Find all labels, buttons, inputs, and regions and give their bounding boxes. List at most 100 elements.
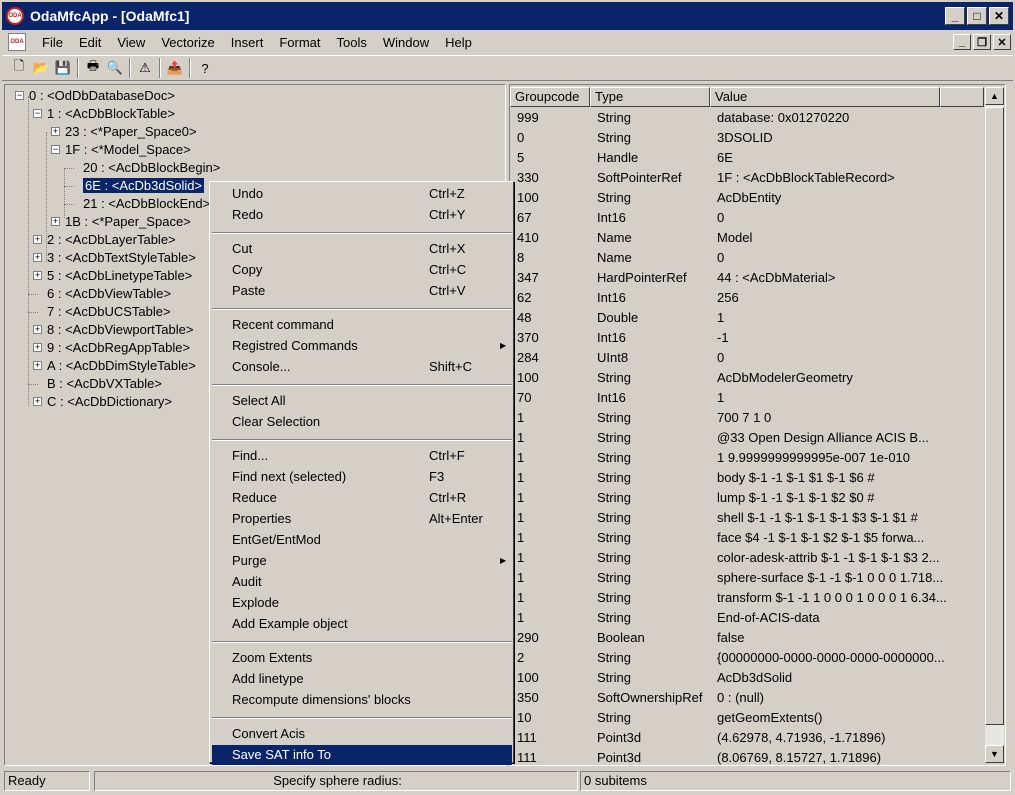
table-row[interactable]: 100 String AcDbModelerGeometry (510, 368, 984, 388)
tree-node[interactable]: 6 : <AcDbViewTable> (47, 285, 171, 303)
context-menu-item[interactable]: Redo Ctrl+Y (212, 205, 512, 225)
menu-vectorize[interactable]: Vectorize (153, 35, 222, 50)
tree-node[interactable]: 9 : <AcDbRegAppTable> (47, 339, 190, 357)
tree-node[interactable]: B : <AcDbVXTable> (47, 375, 162, 393)
table-row[interactable]: 5 Handle 6E (510, 148, 984, 168)
table-row[interactable]: 1 String End-of-ACIS-data (510, 608, 984, 628)
tree-node[interactable]: 8 : <AcDbViewportTable> (47, 321, 193, 339)
table-row[interactable]: 1 String body $-1 -1 $-1 $1 $-1 $6 # (510, 468, 984, 488)
mdi-restore-button[interactable]: ❐ (973, 34, 991, 50)
context-menu-item[interactable]: Clear Selection (212, 412, 512, 432)
save-icon[interactable]: 💾 (52, 57, 74, 79)
table-row[interactable]: 8 Name 0 (510, 248, 984, 268)
tree-node[interactable]: 23 : <*Paper_Space0> (65, 123, 197, 141)
menu-help[interactable]: Help (437, 35, 480, 50)
context-menu-item[interactable]: Find next (selected) F3 (212, 467, 512, 487)
table-row[interactable]: 1 String transform $-1 -1 1 0 0 0 1 0 0 0 … (510, 588, 984, 608)
table-row[interactable]: 999 String database: 0x01270220 (510, 108, 984, 128)
table-row[interactable]: 1 String sphere-surface $-1 -1 $-1 0 0 0 1… (510, 568, 984, 588)
scroll-thumb[interactable] (985, 107, 1004, 725)
context-menu-item[interactable]: Purge ▶ (212, 551, 512, 571)
open-folder-icon[interactable]: 📂 (30, 57, 52, 79)
collapse-icon[interactable]: − (51, 145, 60, 154)
tree-node[interactable]: 21 : <AcDbBlockEnd> (83, 195, 210, 213)
table-row[interactable]: 48 Double 1 (510, 308, 984, 328)
expand-icon[interactable]: + (33, 271, 42, 280)
expand-icon[interactable]: + (33, 397, 42, 406)
table-row[interactable]: 70 Int16 1 (510, 388, 984, 408)
expand-icon[interactable]: + (33, 325, 42, 334)
expand-icon[interactable]: + (51, 127, 60, 136)
expand-icon[interactable]: + (33, 343, 42, 352)
tree-node[interactable]: 0 : <OdDbDatabaseDoc> (29, 87, 175, 105)
table-row[interactable]: 100 String AcDb3dSolid (510, 668, 984, 688)
tree-node[interactable]: 2 : <AcDbLayerTable> (47, 231, 176, 249)
tree-node[interactable]: C : <AcDbDictionary> (47, 393, 172, 411)
context-menu-item[interactable]: Save SAT info To (212, 745, 512, 765)
print-preview-icon[interactable]: 🔍 (104, 57, 126, 79)
collapse-icon[interactable]: − (33, 109, 42, 118)
menu-file[interactable]: File (34, 35, 71, 50)
vertical-scrollbar[interactable]: ▲ ▼ (985, 87, 1004, 763)
menu-view[interactable]: View (109, 35, 153, 50)
menu-tools[interactable]: Tools (328, 35, 374, 50)
table-row[interactable]: 1 String @33 Open Design Alliance ACIS B..… (510, 428, 984, 448)
table-row[interactable]: 330 SoftPointerRef 1F : <AcDbBlockTableRec… (510, 168, 984, 188)
tree-node[interactable]: 1 : <AcDbBlockTable> (47, 105, 175, 123)
table-row[interactable]: 1 String shell $-1 -1 $-1 $-1 $-1 $3 $-1 $… (510, 508, 984, 528)
new-icon[interactable]: 🗋 (8, 57, 30, 79)
context-menu-item[interactable]: Reduce Ctrl+R (212, 488, 512, 508)
context-menu-item[interactable]: Add Example object (212, 614, 512, 634)
collapse-icon[interactable]: − (15, 91, 24, 100)
context-menu-item[interactable]: Add linetype (212, 669, 512, 689)
table-row[interactable]: 67 Int16 0 (510, 208, 984, 228)
app-icon[interactable]: ODA (6, 7, 24, 25)
scroll-up-icon[interactable]: ▲ (985, 87, 1004, 105)
menu-format[interactable]: Format (271, 35, 328, 50)
context-menu-item[interactable]: Convert Acis (212, 724, 512, 744)
expand-icon[interactable]: + (33, 361, 42, 370)
mdi-close-button[interactable]: ✕ (993, 34, 1011, 50)
table-row[interactable]: 2 String {00000000-0000-0000-0000-0000000.… (510, 648, 984, 668)
table-row[interactable]: 1 String 700 7 1 0 (510, 408, 984, 428)
print-icon[interactable]: 🖶 (82, 57, 104, 79)
minimize-button[interactable]: _ (945, 7, 965, 25)
menu-insert[interactable]: Insert (223, 35, 272, 50)
table-row[interactable]: 1 String lump $-1 -1 $-1 $-1 $2 $0 # (510, 488, 984, 508)
context-menu-item[interactable]: Audit (212, 572, 512, 592)
table-row[interactable]: 1 String color-adesk-attrib $-1 -1 $-1 $-1… (510, 548, 984, 568)
tree-node[interactable]: 5 : <AcDbLinetypeTable> (47, 267, 192, 285)
table-row[interactable]: 410 Name Model (510, 228, 984, 248)
context-menu-item[interactable]: Select All (212, 391, 512, 411)
context-menu-item[interactable]: Cut Ctrl+X (212, 239, 512, 259)
context-menu-item[interactable]: Recompute dimensions' blocks (212, 690, 512, 710)
table-row[interactable]: 350 SoftOwnershipRef 0 : (null) (510, 688, 984, 708)
context-menu-item[interactable]: Registred Commands ▶ (212, 336, 512, 356)
tree-node[interactable]: 3 : <AcDbTextStyleTable> (47, 249, 196, 267)
context-menu-item[interactable]: Console... Shift+C (212, 357, 512, 377)
table-row[interactable]: 100 String AcDbEntity (510, 188, 984, 208)
help-icon[interactable]: ? (194, 57, 216, 79)
column-header-groupcode[interactable]: Groupcode (510, 87, 590, 107)
tree-node[interactable]: 1B : <*Paper_Space> (65, 213, 191, 231)
expand-icon[interactable]: + (33, 253, 42, 262)
maximize-button[interactable]: □ (967, 7, 987, 25)
context-menu-item[interactable]: Zoom Extents (212, 648, 512, 668)
context-menu-item[interactable]: Recent command (212, 315, 512, 335)
context-menu-item[interactable]: Find... Ctrl+F (212, 446, 512, 466)
tree-node[interactable]: 6E : <AcDb3dSolid> (83, 177, 205, 195)
expand-icon[interactable]: + (33, 235, 42, 244)
tree-node[interactable]: 20 : <AcDbBlockBegin> (83, 159, 220, 177)
scroll-down-icon[interactable]: ▼ (985, 745, 1004, 763)
title-bar[interactable]: ODA OdaMfcApp - [OdaMfc1] _ □ ✕ (2, 2, 1013, 30)
table-row[interactable]: 0 String 3DSOLID (510, 128, 984, 148)
table-row[interactable]: 1 String face $4 -1 $-1 $-1 $2 $-1 $5 forw… (510, 528, 984, 548)
column-header-value[interactable]: Value (710, 87, 940, 107)
mdi-minimize-button[interactable]: _ (953, 34, 971, 50)
column-header-type[interactable]: Type (590, 87, 710, 107)
menu-window[interactable]: Window (375, 35, 437, 50)
context-menu-item[interactable]: EntGet/EntMod (212, 530, 512, 550)
table-row[interactable]: 284 UInt8 0 (510, 348, 984, 368)
expand-icon[interactable]: + (51, 217, 60, 226)
context-menu-item[interactable]: Paste Ctrl+V (212, 281, 512, 301)
